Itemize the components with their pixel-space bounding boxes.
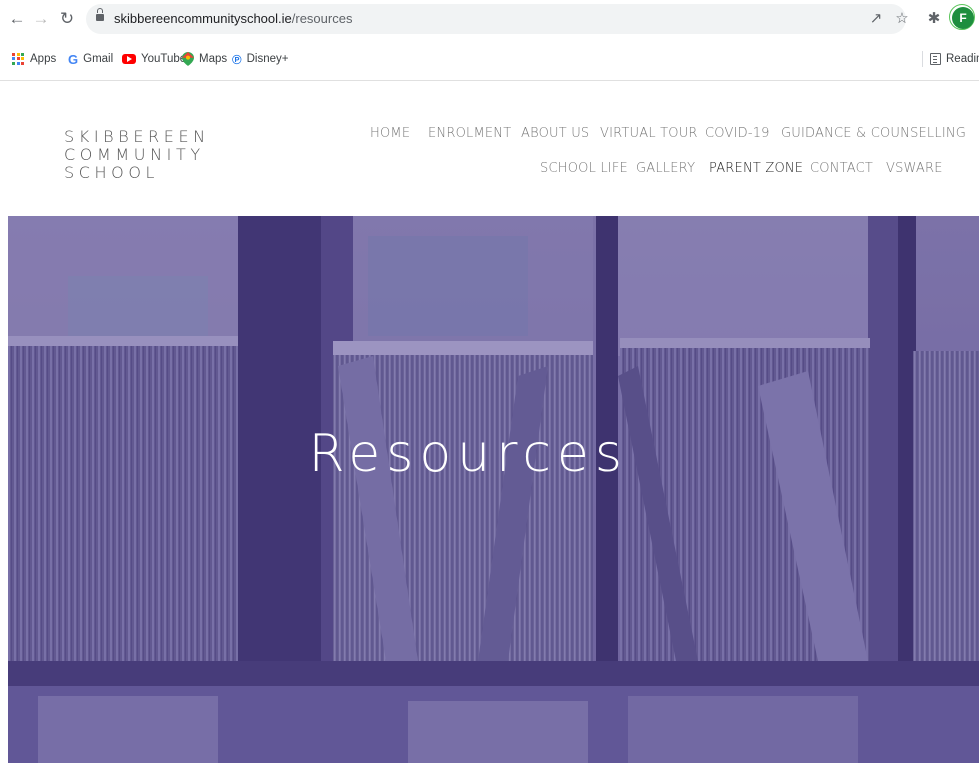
bookmark-apps[interactable]: Apps [12,48,56,70]
site-logo[interactable]: SKIBBEREEN COMMUNITY SCHOOL [64,128,334,182]
nav-parent-zone[interactable]: PARENT ZONE [709,161,803,176]
bookmark-disney[interactable]: ℗ Disney+ [232,48,288,70]
nav-gallery[interactable]: GALLERY [636,161,695,176]
address-bar[interactable]: skibbereencommunityschool.ie/resources [86,4,906,34]
url-text: skibbereencommunityschool.ie/resources [114,11,353,26]
nav-school-life[interactable]: SCHOOL LIFE [540,161,628,176]
bookmark-maps[interactable]: Maps [182,48,227,70]
nav-contact[interactable]: CONTACT [810,161,873,176]
nav-vsware[interactable]: VSWARE [886,161,943,176]
forward-arrow-icon[interactable]: → [30,8,52,30]
share-icon[interactable]: ↗ [866,9,886,29]
bookmarks-bar: Apps G Gmail YouTube Maps ℗ Disney+ [0,48,979,70]
reload-icon[interactable]: ↻ [56,8,78,30]
bookmark-gmail[interactable]: G Gmail [68,48,113,70]
reading-list-button[interactable]: Reading [930,48,979,70]
youtube-icon [122,54,136,64]
nav-home[interactable]: HOME [370,126,410,141]
nav-covid-19[interactable]: COVID-19 [705,126,770,141]
profile-avatar[interactable]: F [952,7,974,29]
bookmarks-separator [922,51,923,67]
nav-enrolment[interactable]: ENROLMENT [428,126,511,141]
hero-banner: Resources [8,216,979,763]
lock-icon[interactable] [96,8,104,21]
toolbar: ← → ↻ skibbereencommunityschool.ie/resou… [0,0,979,40]
bookmark-youtube[interactable]: YouTube [122,48,186,70]
google-icon: G [68,51,79,67]
apps-grid-icon [12,52,25,66]
nav-about-us[interactable]: ABOUT US [521,126,589,141]
nav-guidance-counselling[interactable]: GUIDANCE & COUNSELLING [781,126,966,141]
reading-list-icon [930,53,941,65]
back-arrow-icon[interactable]: ← [6,8,28,30]
site-header: SKIBBEREEN COMMUNITY SCHOOL HOME ENROLME… [0,82,979,216]
chrome-divider [0,80,979,81]
hero-bookshelf-image [8,216,979,763]
extensions-icon[interactable]: ✱ [924,9,944,29]
browser-chrome: ← → ↻ skibbereencommunityschool.ie/resou… [0,0,979,82]
hero-title: Resources [308,424,628,484]
maps-icon [182,52,194,66]
nav-virtual-tour[interactable]: VIRTUAL TOUR [600,126,698,141]
disney-plus-icon: ℗ [232,51,242,67]
bookmark-star-icon[interactable]: ☆ [892,9,912,29]
